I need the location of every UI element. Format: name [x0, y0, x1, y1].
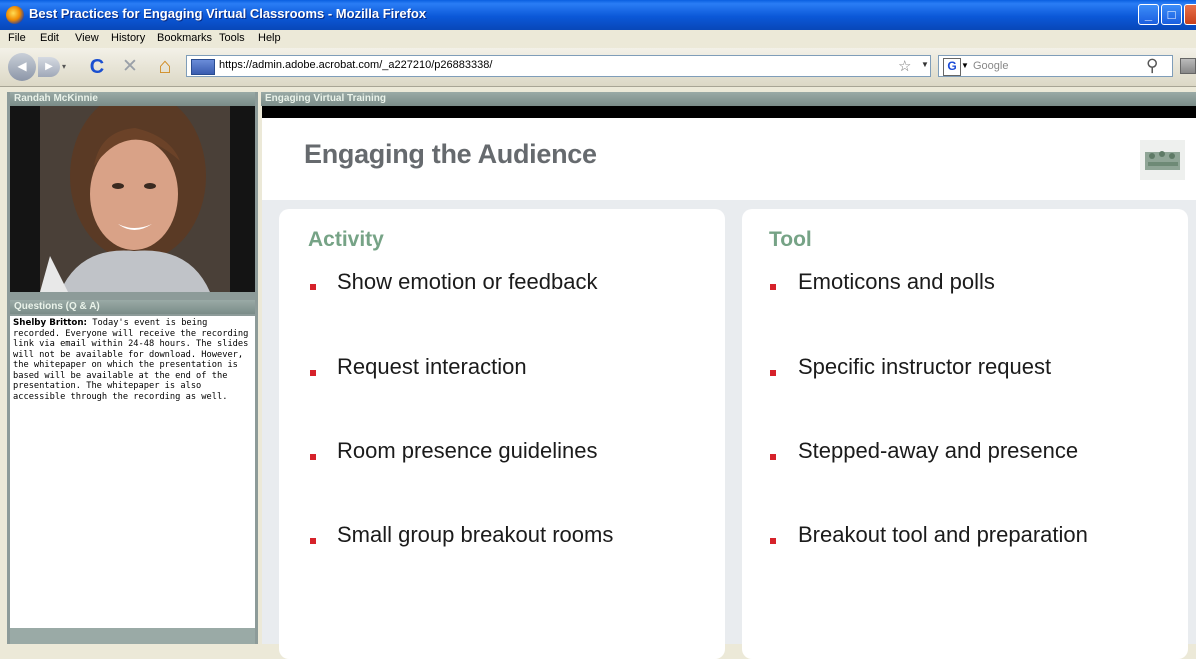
menu-bookmarks[interactable]: Bookmarks: [157, 32, 212, 44]
pod-divider: [262, 106, 1196, 118]
search-input[interactable]: Google: [973, 60, 1008, 72]
qa-author: Shelby Britton:: [13, 318, 88, 328]
window-title: Best Practices for Engaging Virtual Clas…: [29, 6, 427, 21]
presenter-video: [10, 106, 255, 292]
activity-heading: Activity: [308, 228, 384, 251]
qa-message-list: Shelby Britton: Today's event is being r…: [10, 316, 255, 628]
tool-item: Emoticons and polls: [798, 269, 995, 294]
search-go-icon[interactable]: ⚲: [1146, 56, 1166, 76]
firefox-logo-icon: [6, 6, 24, 24]
menu-edit[interactable]: Edit: [40, 32, 59, 44]
home-icon: ⌂: [158, 53, 172, 78]
bookmark-star-icon[interactable]: ☆: [898, 57, 911, 75]
stop-icon: ✕: [122, 56, 138, 77]
tool-heading: Tool: [769, 228, 812, 251]
tool-item: Breakout tool and preparation: [798, 522, 1088, 547]
bullet-marker: [310, 284, 316, 290]
google-engine-icon[interactable]: G: [943, 58, 961, 76]
video-pod-title[interactable]: Randah McKinnie: [10, 92, 255, 106]
bullet-marker: [310, 538, 316, 544]
activity-item: Small group breakout rooms: [337, 522, 614, 547]
menu-history[interactable]: History: [111, 32, 145, 44]
menu-help[interactable]: Help: [258, 32, 281, 44]
search-box[interactable]: G ▼ Google: [938, 55, 1173, 77]
activity-column-card: Activity Show emotion or feedback Reques…: [279, 209, 725, 659]
back-button[interactable]: ◀: [8, 53, 36, 81]
menu-view[interactable]: View: [75, 32, 99, 44]
maximize-button[interactable]: □: [1161, 4, 1182, 25]
home-button[interactable]: ⌂: [152, 53, 178, 79]
qa-pod-title[interactable]: Questions (Q & A): [10, 300, 255, 314]
activity-item: Request interaction: [337, 354, 527, 379]
bullet-marker: [310, 370, 316, 376]
bullet-marker: [310, 454, 316, 460]
address-bar[interactable]: https://admin.adobe.acrobat.com/_a227210…: [186, 55, 931, 77]
share-pod-title[interactable]: Engaging Virtual Training: [261, 92, 1196, 106]
menu-tools[interactable]: Tools: [219, 32, 245, 44]
bullet-marker: [770, 284, 776, 290]
minimize-button[interactable]: _: [1138, 4, 1159, 25]
history-dropdown-button[interactable]: ▾: [62, 62, 66, 72]
forward-button[interactable]: ▶: [38, 57, 60, 77]
menu-bar: File Edit View History Bookmarks Tools H…: [0, 30, 1196, 48]
menu-file[interactable]: File: [8, 32, 26, 44]
bullet-marker: [770, 538, 776, 544]
slide-title: Engaging the Audience: [304, 139, 597, 169]
activity-item: Show emotion or feedback: [337, 269, 598, 294]
presenter-photo: [10, 106, 255, 292]
url-text[interactable]: https://admin.adobe.acrobat.com/_a227210…: [219, 59, 492, 71]
tool-item: Specific instructor request: [798, 354, 1052, 379]
close-button[interactable]: [1184, 4, 1196, 25]
stop-button[interactable]: ✕: [118, 54, 142, 80]
tool-column-card: Tool Emoticons and polls Specific instru…: [742, 209, 1188, 659]
back-arrow-icon: ◀: [17, 59, 27, 73]
people-group-icon: [1140, 140, 1185, 180]
tool-item: Stepped-away and presence: [798, 438, 1079, 463]
site-identity-icon[interactable]: [191, 59, 215, 75]
qa-message: Today's event is being recorded. Everyon…: [13, 318, 249, 402]
qa-input-bar[interactable]: [10, 628, 255, 644]
forward-arrow-icon: ▶: [45, 61, 53, 72]
bullet-marker: [770, 370, 776, 376]
reload-button[interactable]: C: [85, 54, 109, 80]
toolbar-extension-icon[interactable]: [1180, 58, 1196, 74]
reload-icon: C: [89, 56, 105, 78]
bullet-marker: [770, 454, 776, 460]
activity-item: Room presence guidelines: [337, 438, 598, 463]
url-dropdown-icon[interactable]: ▼: [921, 60, 929, 69]
window-title-bar[interactable]: Best Practices for Engaging Virtual Clas…: [0, 0, 1196, 30]
engine-dropdown-icon[interactable]: ▼: [961, 61, 969, 70]
